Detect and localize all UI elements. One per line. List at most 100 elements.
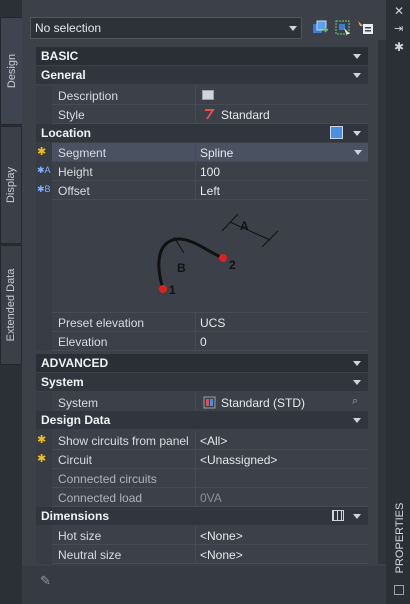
- section-system[interactable]: System: [36, 373, 368, 391]
- divider: [195, 526, 196, 545]
- row-label: Neutral size: [58, 548, 122, 562]
- row-segment[interactable]: Segment Spline: [52, 143, 368, 162]
- divider: [195, 393, 196, 412]
- properties-title: PROPERTIES: [394, 502, 406, 574]
- section-location-label: Location: [41, 126, 91, 140]
- row-value: 0VA: [200, 491, 222, 505]
- row-height[interactable]: Height 100: [52, 162, 368, 181]
- selection-value: No selection: [35, 21, 102, 35]
- section-dimensions[interactable]: Dimensions: [36, 507, 368, 525]
- table-icon[interactable]: [332, 510, 344, 521]
- row-value: Standard (STD): [221, 396, 306, 410]
- row-show-circuits[interactable]: Show circuits from panel <All>: [52, 431, 368, 450]
- divider: [195, 105, 196, 124]
- quick-properties-icon[interactable]: ✎: [40, 574, 54, 588]
- diagram-label-a: A: [240, 219, 249, 233]
- tab-design[interactable]: Design: [0, 17, 22, 125]
- row-label: Circuit: [58, 453, 93, 467]
- row-value: 0: [200, 335, 207, 349]
- required-star-icon: ✱: [37, 453, 47, 465]
- row-value: <None>: [200, 529, 243, 543]
- diagram-label-b: B: [177, 261, 186, 275]
- divider: [195, 162, 196, 181]
- divider: [195, 450, 196, 469]
- wire-style-icon: [205, 109, 215, 120]
- section-basic[interactable]: BASIC: [36, 47, 368, 65]
- grip-offset-icon: ✱B: [37, 184, 51, 194]
- grip-height-icon: ✱A: [37, 165, 51, 175]
- row-value: <None>: [200, 548, 243, 562]
- row-elevation[interactable]: Elevation 0: [52, 332, 368, 351]
- row-system[interactable]: System Standard (STD) ⌕: [52, 393, 368, 412]
- row-circuit[interactable]: Circuit <Unassigned>: [52, 450, 368, 469]
- row-label: Height: [58, 165, 93, 179]
- row-style[interactable]: Style Standard: [52, 105, 368, 124]
- section-dimensions-label: Dimensions: [41, 509, 110, 523]
- chevron-down-icon: [353, 73, 361, 78]
- properties-icon: [394, 585, 404, 595]
- chevron-down-icon: [289, 26, 297, 31]
- settings-icon[interactable]: ✱: [394, 41, 404, 53]
- panel-footer: ✎: [22, 566, 386, 604]
- section-advanced-label: ADVANCED: [41, 356, 109, 370]
- edit-text-icon[interactable]: [202, 90, 214, 100]
- row-value: <All>: [200, 434, 228, 448]
- chevron-down-icon: [353, 361, 361, 366]
- row-hot-size[interactable]: Hot size <None>: [52, 526, 368, 545]
- row-label: Description: [58, 89, 119, 103]
- divider: [195, 431, 196, 450]
- chevron-down-icon: [353, 131, 361, 136]
- divider: [195, 469, 196, 488]
- location-diagram: A B 1 2: [52, 200, 368, 313]
- row-label: Offset: [58, 184, 90, 198]
- row-label: Segment: [58, 146, 107, 160]
- divider: [195, 488, 196, 507]
- close-icon[interactable]: ✕: [394, 5, 404, 17]
- select-objects-icon[interactable]: [334, 19, 352, 37]
- tab-display-label: Display: [5, 166, 17, 204]
- palette-title-bar: ✕ ⇥ ✱ PROPERTIES: [388, 0, 410, 604]
- row-preset-elevation[interactable]: Preset elevation UCS: [52, 313, 368, 332]
- row-connected-circuits[interactable]: Connected circuits: [52, 469, 368, 488]
- section-location[interactable]: Location: [36, 124, 368, 142]
- divider: [195, 181, 196, 200]
- row-label: Hot size: [58, 529, 102, 543]
- auto-hide-icon[interactable]: ⇥: [394, 24, 404, 35]
- add-object-icon[interactable]: [311, 19, 329, 37]
- divider: [195, 86, 196, 105]
- row-value: 100: [200, 165, 221, 179]
- section-design-data-label: Design Data: [41, 413, 111, 427]
- row-label: System: [58, 396, 99, 410]
- search-icon[interactable]: ⌕: [352, 395, 365, 408]
- section-general-label: General: [41, 68, 86, 82]
- spline-diagram: [157, 213, 279, 293]
- required-star-icon: ✱: [37, 146, 47, 158]
- selection-dropdown[interactable]: No selection: [30, 17, 302, 39]
- location-picker-icon[interactable]: [330, 126, 343, 139]
- row-value: <Unassigned>: [200, 453, 278, 467]
- row-neutral-size[interactable]: Neutral size <None>: [52, 545, 368, 564]
- row-connected-load[interactable]: Connected load 0VA: [52, 488, 368, 507]
- tab-extended-data-label: Extended Data: [5, 268, 17, 342]
- required-star-icon: ✱: [37, 434, 47, 446]
- row-offset[interactable]: Offset Left: [52, 181, 368, 200]
- row-value: Left: [200, 184, 221, 198]
- diagram-label-2: 2: [229, 258, 236, 272]
- chevron-down-icon[interactable]: [354, 150, 362, 155]
- chevron-down-icon: [353, 380, 361, 385]
- scrollbar[interactable]: [378, 40, 386, 564]
- section-advanced[interactable]: ADVANCED: [36, 354, 368, 372]
- tab-display[interactable]: Display: [0, 126, 22, 244]
- tab-extended-data[interactable]: Extended Data: [0, 245, 22, 365]
- section-general[interactable]: General: [36, 66, 368, 84]
- row-value: Spline: [200, 146, 234, 160]
- divider: [195, 545, 196, 564]
- section-design-data[interactable]: Design Data: [36, 411, 368, 429]
- quick-select-icon[interactable]: [357, 19, 375, 37]
- row-label: Style: [58, 108, 85, 122]
- row-label: Preset elevation: [58, 316, 145, 330]
- chevron-down-icon: [353, 514, 361, 519]
- divider: [195, 143, 196, 162]
- row-description[interactable]: Description: [52, 86, 368, 105]
- row-label: Show circuits from panel: [58, 434, 189, 448]
